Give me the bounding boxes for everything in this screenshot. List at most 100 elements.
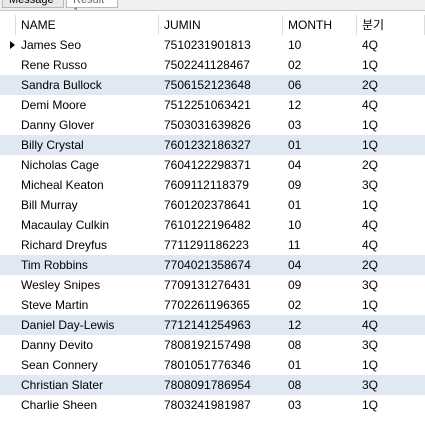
cell-jumin[interactable]: 7610122196482 (159, 215, 283, 235)
cell-quarter[interactable]: 4Q (357, 35, 425, 55)
row-indicator-cell[interactable] (0, 295, 16, 315)
cell-name[interactable]: Demi Moore (16, 95, 159, 115)
cell-quarter[interactable]: 1Q (357, 395, 425, 415)
cell-month[interactable]: 01 (283, 195, 357, 215)
cell-month[interactable]: 04 (283, 255, 357, 275)
cell-name[interactable]: Danny Devito (16, 335, 159, 355)
cell-quarter[interactable]: 2Q (357, 255, 425, 275)
table-row[interactable]: Steve Martin 7702261196365 02 1Q (0, 295, 425, 315)
table-row[interactable]: Wesley Snipes 7709131276431 09 3Q (0, 275, 425, 295)
table-row[interactable]: Danny Devito 7808192157498 08 3Q (0, 335, 425, 355)
cell-name[interactable]: Sandra Bullock (16, 75, 159, 95)
table-row[interactable]: Nicholas Cage 7604122298371 04 2Q (0, 155, 425, 175)
cell-jumin[interactable]: 7512251063421 (159, 95, 283, 115)
cell-name[interactable]: Rene Russo (16, 55, 159, 75)
cell-month[interactable]: 02 (283, 295, 357, 315)
cell-jumin[interactable]: 7712141254963 (159, 315, 283, 335)
table-row[interactable]: Richard Dreyfus 7711291186223 11 4Q (0, 235, 425, 255)
table-row[interactable]: Daniel Day-Lewis 7712141254963 12 4Q (0, 315, 425, 335)
row-indicator-cell[interactable] (0, 75, 16, 95)
cell-month[interactable]: 06 (283, 75, 357, 95)
cell-quarter[interactable]: 4Q (357, 95, 425, 115)
cell-name[interactable]: Wesley Snipes (16, 275, 159, 295)
row-indicator-cell[interactable] (0, 175, 16, 195)
cell-quarter[interactable]: 3Q (357, 275, 425, 295)
cell-name[interactable]: Tim Robbins (16, 255, 159, 275)
row-indicator-cell[interactable] (0, 235, 16, 255)
cell-quarter[interactable]: 4Q (357, 215, 425, 235)
cell-name[interactable]: Macaulay Culkin (16, 215, 159, 235)
cell-name[interactable]: Bill Murray (16, 195, 159, 215)
cell-quarter[interactable]: 4Q (357, 315, 425, 335)
row-indicator-cell[interactable] (0, 255, 16, 275)
cell-month[interactable]: 10 (283, 215, 357, 235)
row-indicator-cell[interactable] (0, 375, 16, 395)
cell-name[interactable]: Billy Crystal (16, 135, 159, 155)
cell-jumin[interactable]: 7502241128467 (159, 55, 283, 75)
table-row[interactable]: Christian Slater 7808091786954 08 3Q (0, 375, 425, 395)
cell-name[interactable]: Charlie Sheen (16, 395, 159, 415)
cell-jumin[interactable]: 7704021358674 (159, 255, 283, 275)
cell-jumin[interactable]: 7506152123648 (159, 75, 283, 95)
cell-name[interactable]: Daniel Day-Lewis (16, 315, 159, 335)
cell-name[interactable]: Micheal Keaton (16, 175, 159, 195)
cell-jumin[interactable]: 7609112118379 (159, 175, 283, 195)
cell-quarter[interactable]: 1Q (357, 55, 425, 75)
cell-quarter[interactable]: 1Q (357, 115, 425, 135)
cell-month[interactable]: 09 (283, 175, 357, 195)
cell-name[interactable]: Sean Connery (16, 355, 159, 375)
cell-name[interactable]: Danny Glover (16, 115, 159, 135)
cell-month[interactable]: 03 (283, 115, 357, 135)
table-row[interactable]: Tim Robbins 7704021358674 04 2Q (0, 255, 425, 275)
cell-quarter[interactable]: 1Q (357, 295, 425, 315)
cell-quarter[interactable]: 2Q (357, 75, 425, 95)
cell-month[interactable]: 10 (283, 35, 357, 55)
cell-jumin[interactable]: 7803241981987 (159, 395, 283, 415)
cell-quarter[interactable]: 1Q (357, 195, 425, 215)
tab-result-1[interactable]: Result 1 (66, 0, 118, 10)
column-header-month[interactable]: MONTH (283, 15, 357, 35)
tab-message[interactable]: Message (2, 0, 64, 8)
cell-name[interactable]: James Seo (16, 35, 159, 55)
table-row[interactable]: James Seo 7510231901813 10 4Q (0, 35, 425, 55)
cell-jumin[interactable]: 7510231901813 (159, 35, 283, 55)
cell-jumin[interactable]: 7808192157498 (159, 335, 283, 355)
cell-jumin[interactable]: 7711291186223 (159, 235, 283, 255)
row-indicator-cell[interactable] (0, 215, 16, 235)
cell-quarter[interactable]: 4Q (357, 235, 425, 255)
row-indicator-cell[interactable] (0, 335, 16, 355)
cell-name[interactable]: Richard Dreyfus (16, 235, 159, 255)
table-row[interactable]: Rene Russo 7502241128467 02 1Q (0, 55, 425, 75)
table-row[interactable]: Sean Connery 7801051776346 01 1Q (0, 355, 425, 375)
cell-quarter[interactable]: 3Q (357, 335, 425, 355)
cell-month[interactable]: 01 (283, 355, 357, 375)
table-row[interactable]: Billy Crystal 7601232186327 01 1Q (0, 135, 425, 155)
cell-month[interactable]: 11 (283, 235, 357, 255)
row-indicator-cell[interactable] (0, 195, 16, 215)
column-header-name[interactable]: NAME (16, 15, 159, 35)
cell-name[interactable]: Christian Slater (16, 375, 159, 395)
table-row[interactable]: Macaulay Culkin 7610122196482 10 4Q (0, 215, 425, 235)
table-row[interactable]: Micheal Keaton 7609112118379 09 3Q (0, 175, 425, 195)
row-indicator-cell[interactable] (0, 395, 16, 415)
cell-quarter[interactable]: 1Q (357, 135, 425, 155)
cell-jumin[interactable]: 7604122298371 (159, 155, 283, 175)
cell-month[interactable]: 12 (283, 95, 357, 115)
cell-month[interactable]: 08 (283, 375, 357, 395)
row-indicator-cell[interactable] (0, 115, 16, 135)
table-row[interactable]: Charlie Sheen 7803241981987 03 1Q (0, 395, 425, 415)
row-indicator-cell[interactable] (0, 315, 16, 335)
table-row[interactable]: Demi Moore 7512251063421 12 4Q (0, 95, 425, 115)
cell-jumin[interactable]: 7801051776346 (159, 355, 283, 375)
cell-quarter[interactable]: 3Q (357, 375, 425, 395)
cell-month[interactable]: 09 (283, 275, 357, 295)
cell-month[interactable]: 02 (283, 55, 357, 75)
cell-month[interactable]: 03 (283, 395, 357, 415)
cell-month[interactable]: 12 (283, 315, 357, 335)
column-header-quarter[interactable]: 분기 (357, 15, 425, 35)
cell-jumin[interactable]: 7601232186327 (159, 135, 283, 155)
column-header-jumin[interactable]: JUMIN (159, 15, 283, 35)
cell-month[interactable]: 08 (283, 335, 357, 355)
cell-jumin[interactable]: 7702261196365 (159, 295, 283, 315)
row-indicator-cell[interactable] (0, 355, 16, 375)
